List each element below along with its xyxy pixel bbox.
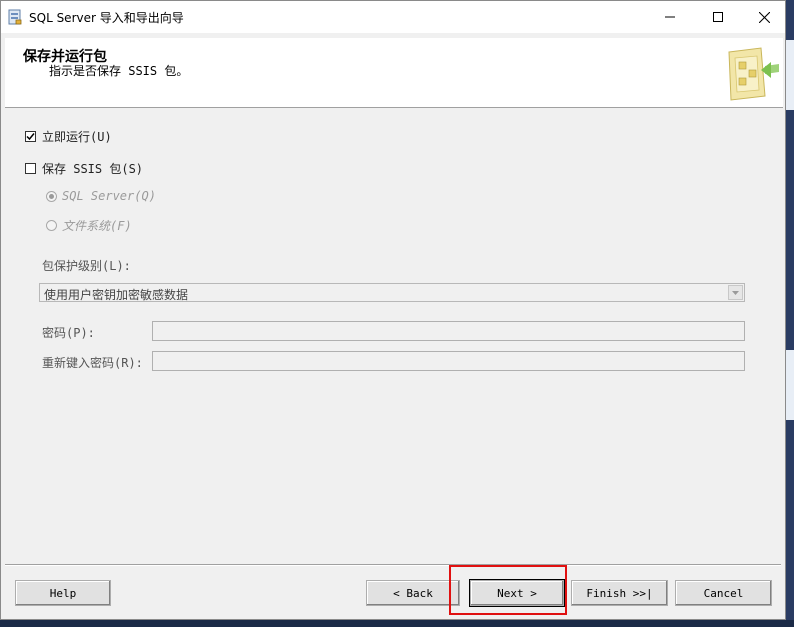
password-label: 密码(P): (42, 326, 95, 340)
protection-level-dropdown[interactable]: 使用用户密钥加密敏感数据 (39, 283, 745, 302)
help-button[interactable]: Help (15, 580, 111, 606)
wizard-content: 立即运行(U) 保存 SSIS 包(S) SQL Server(Q) 文件系统(… (1, 109, 785, 564)
run-immediately-label: 立即运行(U) (42, 130, 112, 144)
close-icon (758, 11, 770, 23)
run-immediately-option[interactable]: 立即运行(U) (25, 128, 112, 145)
desktop-background-bottom (0, 620, 794, 627)
file-system-radio-label: 文件系统(F) (62, 219, 132, 233)
run-immediately-checkbox[interactable] (25, 131, 36, 142)
finish-button[interactable]: Finish >>| (571, 580, 668, 606)
sql-server-radio-option[interactable]: SQL Server(Q) (46, 189, 156, 203)
window-title: SQL Server 导入和导出向导 (29, 11, 184, 25)
checkmark-icon (26, 133, 35, 141)
title-bar: SQL Server 导入和导出向导 (1, 1, 785, 33)
footer-divider (5, 564, 781, 566)
desktop-background (786, 0, 794, 627)
wizard-window: SQL Server 导入和导出向导 保存并运行包 指示是否保存 SSIS 包。 (0, 0, 786, 620)
close-button[interactable] (741, 1, 787, 33)
protection-level-label: 包保护级别(L): (42, 259, 131, 273)
chevron-down-icon (732, 290, 739, 295)
reenter-password-label: 重新键入密码(R): (42, 356, 143, 370)
save-ssis-checkbox[interactable] (25, 163, 36, 174)
protection-level-value: 使用用户密钥加密敏感数据 (44, 288, 189, 302)
page-subtitle: 指示是否保存 SSIS 包。 (49, 64, 189, 78)
wizard-banner-icon (728, 47, 779, 101)
file-system-radio[interactable] (46, 220, 57, 231)
reenter-password-field[interactable] (152, 351, 745, 371)
wizard-app-icon (8, 9, 22, 25)
next-button[interactable]: Next > (469, 579, 565, 607)
maximize-icon (713, 12, 723, 22)
maximize-button[interactable] (695, 1, 741, 33)
cancel-button[interactable]: Cancel (675, 580, 772, 606)
sql-server-radio[interactable] (46, 190, 57, 202)
dropdown-arrow-button[interactable] (728, 285, 743, 300)
back-button[interactable]: < Back (366, 580, 460, 606)
password-field[interactable] (152, 321, 745, 341)
save-ssis-option[interactable]: 保存 SSIS 包(S) (25, 160, 143, 177)
file-system-radio-option[interactable]: 文件系统(F) (46, 217, 132, 234)
minimize-icon (665, 16, 675, 18)
sql-server-radio-label: SQL Server(Q) (62, 189, 156, 203)
save-ssis-label: 保存 SSIS 包(S) (42, 162, 144, 176)
page-header: 保存并运行包 指示是否保存 SSIS 包。 (5, 38, 783, 108)
minimize-button[interactable] (647, 1, 693, 33)
